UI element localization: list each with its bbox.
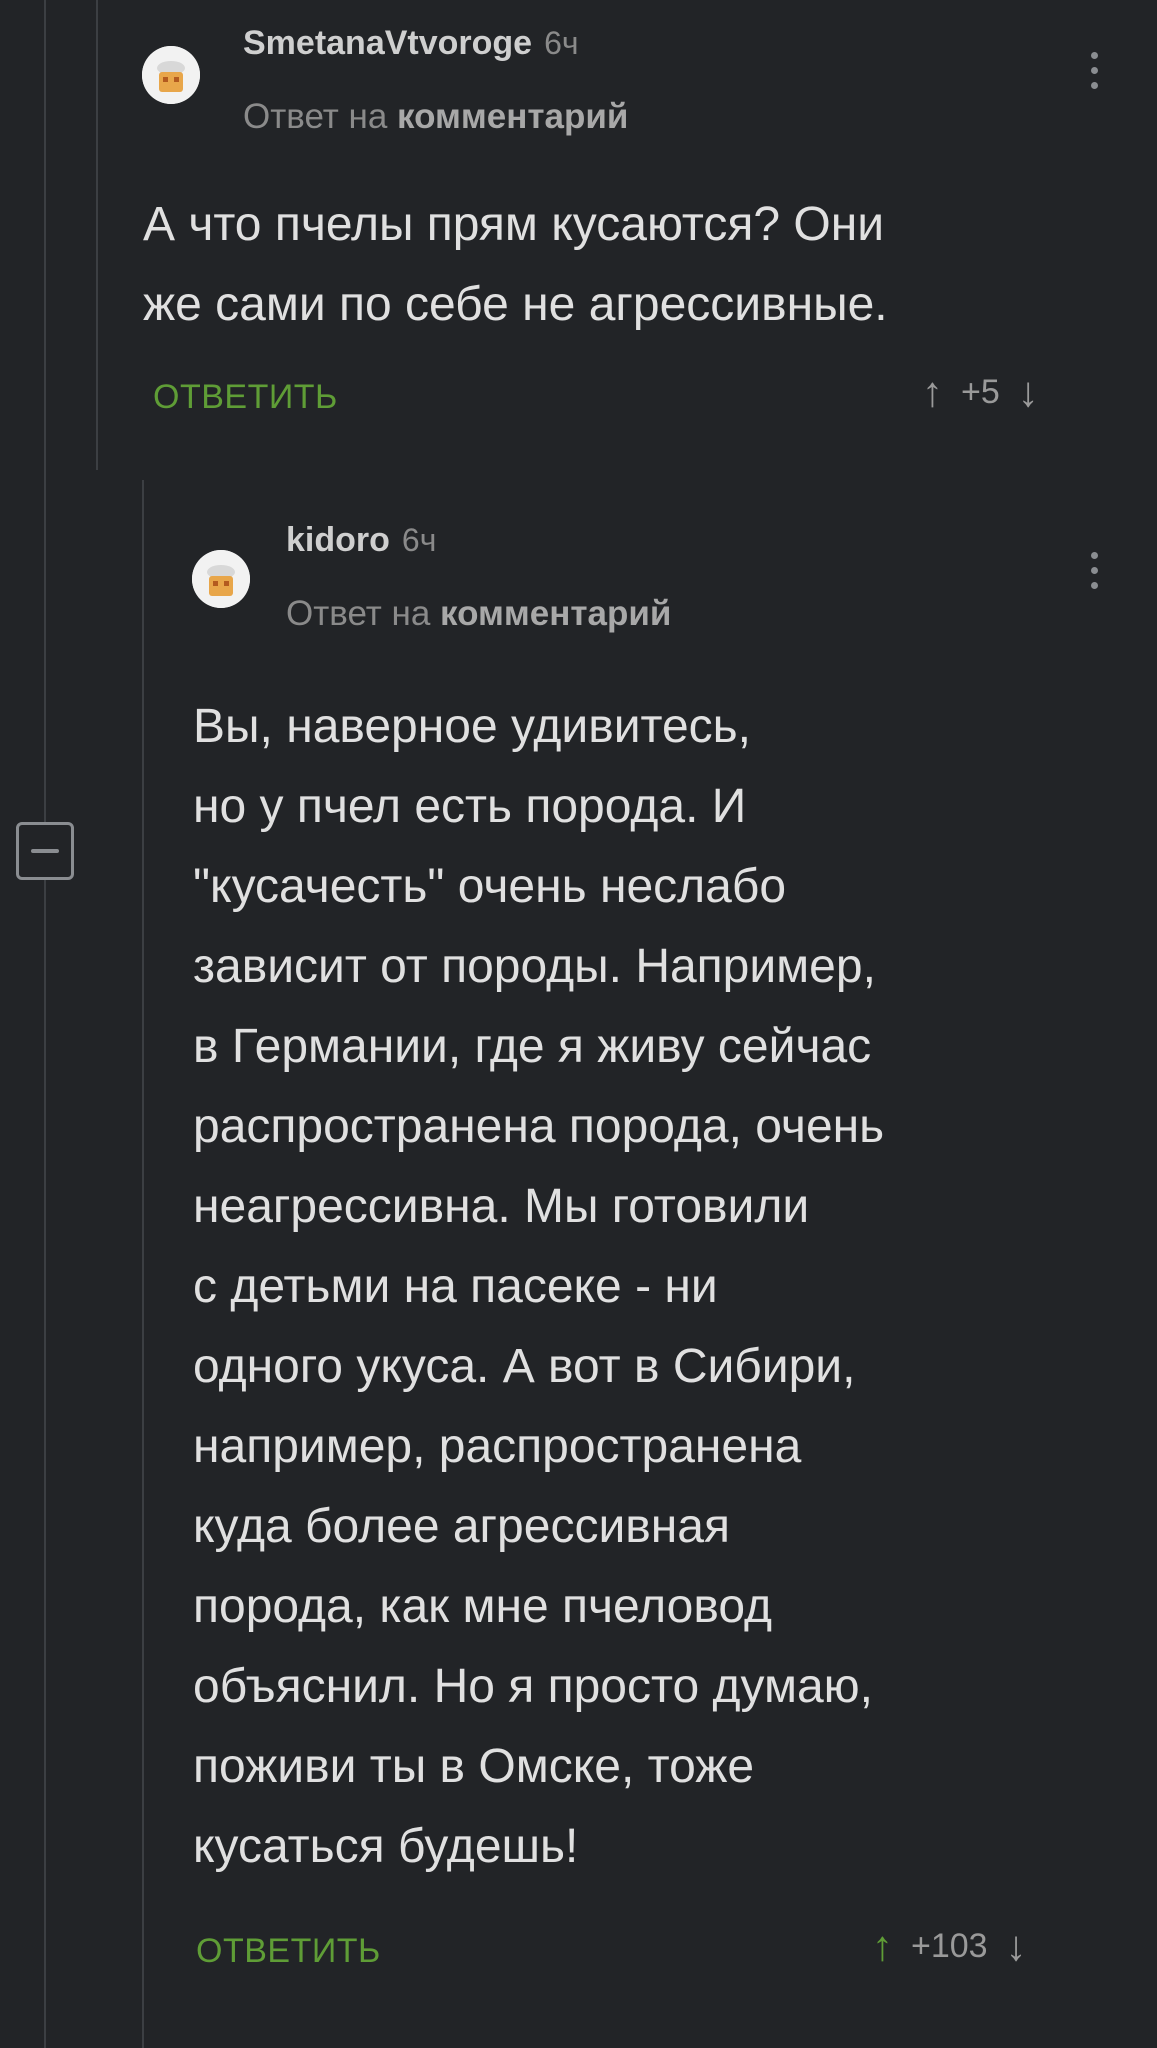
avatar[interactable] <box>192 550 250 608</box>
more-vertical-icon[interactable] <box>1084 52 1104 102</box>
author-name[interactable]: kidoro <box>286 521 390 559</box>
reply-to-line: Ответ на комментарий <box>286 594 671 634</box>
avatar-chef-icon <box>142 46 200 104</box>
rating-value: +5 <box>961 372 1000 411</box>
reply-prefix: Ответ на <box>286 594 431 633</box>
reply-to-link[interactable]: комментарий <box>397 97 628 136</box>
author-name[interactable]: SmetanaVtvoroge <box>243 24 532 62</box>
comment-author[interactable]: kidoro 6ч <box>286 521 436 560</box>
thread-line-outer <box>44 0 46 2048</box>
upvote-icon[interactable]: ↑ <box>872 1922 893 1970</box>
comment-author[interactable]: SmetanaVtvoroge 6ч <box>243 24 579 63</box>
avatar[interactable] <box>142 46 200 104</box>
avatar-chef-icon <box>192 550 250 608</box>
rating-control: ↑ +5 ↓ <box>922 368 1039 416</box>
rating-control: ↑ +103 ↓ <box>872 1922 1027 1970</box>
comment-time: 6ч <box>401 522 437 558</box>
reply-button[interactable]: ОТВЕТИТЬ <box>153 378 338 417</box>
comment-text: А что пчелы прям кусаются? Они же сами п… <box>143 198 888 331</box>
downvote-icon[interactable]: ↓ <box>1018 368 1039 416</box>
thread-line-level1 <box>96 0 98 470</box>
reply-button[interactable]: ОТВЕТИТЬ <box>196 1932 381 1971</box>
rating-value: +103 <box>911 1926 988 1965</box>
collapse-thread-button[interactable] <box>16 822 74 880</box>
comment-time: 6ч <box>544 25 579 61</box>
thread-line-level2 <box>142 480 144 2048</box>
comment-text: Вы, наверное удивитесь, но у пчел есть п… <box>193 700 885 1873</box>
reply-to-line: Ответ на комментарий <box>243 97 628 137</box>
more-vertical-icon[interactable] <box>1084 552 1104 602</box>
upvote-icon[interactable]: ↑ <box>922 368 943 416</box>
reply-to-link[interactable]: комментарий <box>440 594 671 633</box>
downvote-icon[interactable]: ↓ <box>1006 1922 1027 1970</box>
reply-prefix: Ответ на <box>243 97 388 136</box>
